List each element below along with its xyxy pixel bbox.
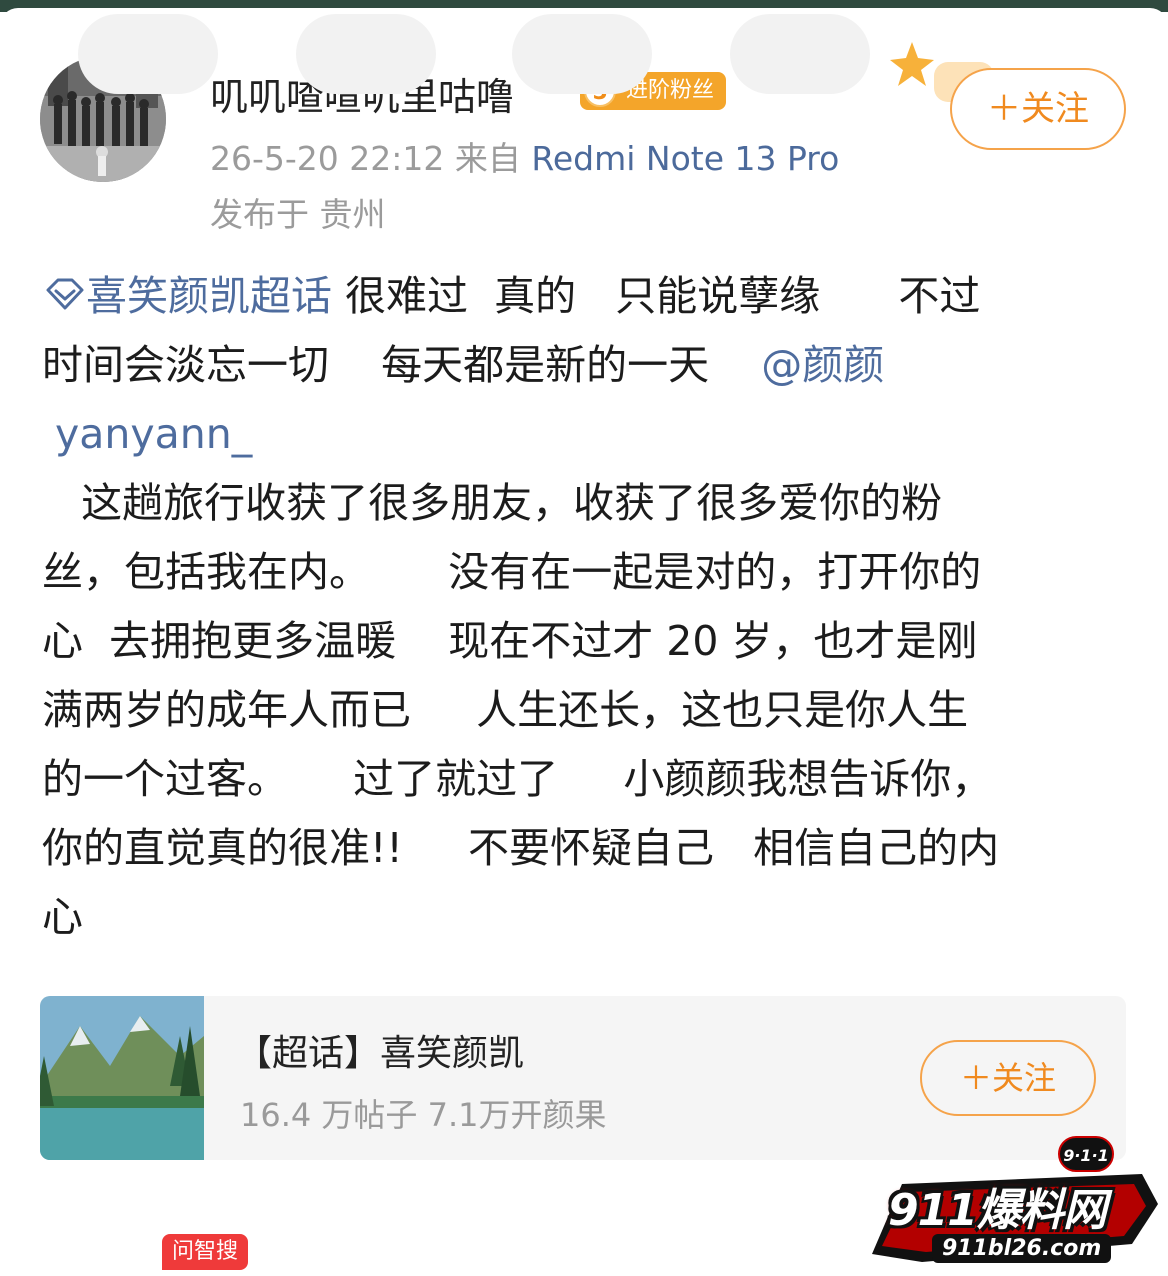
mention-link-continued[interactable]: yanyann_ [42,410,252,458]
action-bubble-2[interactable] [296,14,436,94]
watermark-title: 911爆料网 [888,1185,1107,1236]
action-bubble-search[interactable] [78,14,218,94]
watermark-url: 911bl26.com [932,1234,1112,1263]
post-line: yanyann_ [42,400,1122,469]
post-line: 心 [42,893,83,941]
post-meta: 26-5-20 22:12 来自 Redmi Note 13 Pro [210,132,839,180]
card-stats: 16.4 万帖子 7.1万开颜果 [240,1096,607,1134]
watermark-logo: 9·1·1 911爆料网 911bl26.com [862,1134,1162,1274]
post-location: 发布于 贵州 [210,195,386,234]
action-bubble-4[interactable] [730,14,870,94]
source-prefix: 来自 [454,139,521,178]
follow-button[interactable]: ＋关注 [950,68,1126,150]
wenzhisou-badge: 问智搜 [162,1234,249,1270]
post-line-2-text: 时间会淡忘一切 每天都是新的一天 [42,341,762,389]
post-line: 满两岁的成年人而已 人生还长，这也只是你人生 [42,686,969,734]
action-bubble-3[interactable] [512,14,652,94]
post-line: 这趟旅行收获了很多朋友，收获了很多爱你的粉 [42,479,943,527]
device-name[interactable]: Redmi Note 13 Pro [531,139,839,178]
super-topic-text: 喜笑颜凯超话 [86,272,332,320]
post-line: 你的直觉真的很准!! 不要怀疑自己 相信自己的内 [42,824,1000,872]
post-line-1-text: 很难过 真的 只能说孽缘 不过 [332,272,981,320]
watermark-tag: 9·1·1 [1058,1136,1114,1172]
post-line: 的一个过客。 过了就过了 小颜颜我想告诉你， [42,755,993,803]
post-timestamp: 26-5-20 22:12 [210,139,445,178]
landscape-thumbnail-icon [40,996,204,1160]
card-title: 【超话】喜笑颜凯 [236,1033,525,1074]
post-text: 喜笑颜凯超话 很难过 真的 只能说孽缘 不过 时间会淡忘一切 每天都是新的一天 … [42,262,1122,952]
diamond-topic-icon [46,278,84,310]
post-line: 喜笑颜凯超话 很难过 真的 只能说孽缘 不过 [42,262,1122,331]
super-topic-link[interactable]: 喜笑颜凯超话 [42,272,332,320]
post-line: 心 去拥抱更多温暖 现在不过才 20 岁，也才是刚 [42,617,978,665]
post-line: 丝，包括我在内。 没有在一起是对的，打开你的 [42,548,982,596]
card-follow-button[interactable]: ＋关注 [920,1040,1096,1116]
post-line: 时间会淡忘一切 每天都是新的一天 @颜颜 [42,331,1122,400]
mention-link[interactable]: @颜颜 [761,341,884,389]
